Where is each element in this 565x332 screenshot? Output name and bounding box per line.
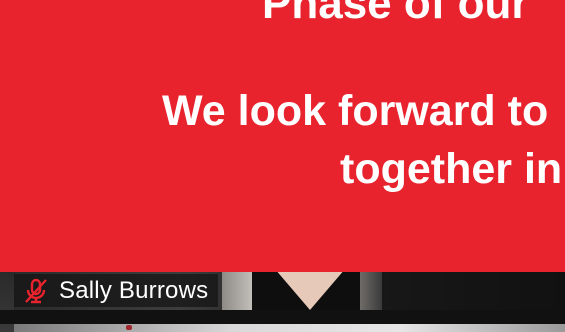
microphone-muted-icon [22, 277, 50, 305]
video-background-object [126, 325, 132, 330]
slide-text-line: Phase of our [262, 0, 529, 28]
video-background [14, 324, 565, 332]
participant-hair [222, 272, 256, 310]
participant-name-tag: Sally Burrows [14, 274, 219, 307]
video-background [0, 310, 565, 324]
slide-text-line: We look forward to [162, 87, 549, 135]
participant-hair [360, 272, 382, 310]
participant-name: Sally Burrows [59, 276, 209, 304]
meeting-view: Phase of our We look forward to together… [0, 0, 565, 332]
shared-screen-slide: Phase of our We look forward to together… [0, 0, 565, 272]
slide-text-line: together in [340, 145, 563, 193]
